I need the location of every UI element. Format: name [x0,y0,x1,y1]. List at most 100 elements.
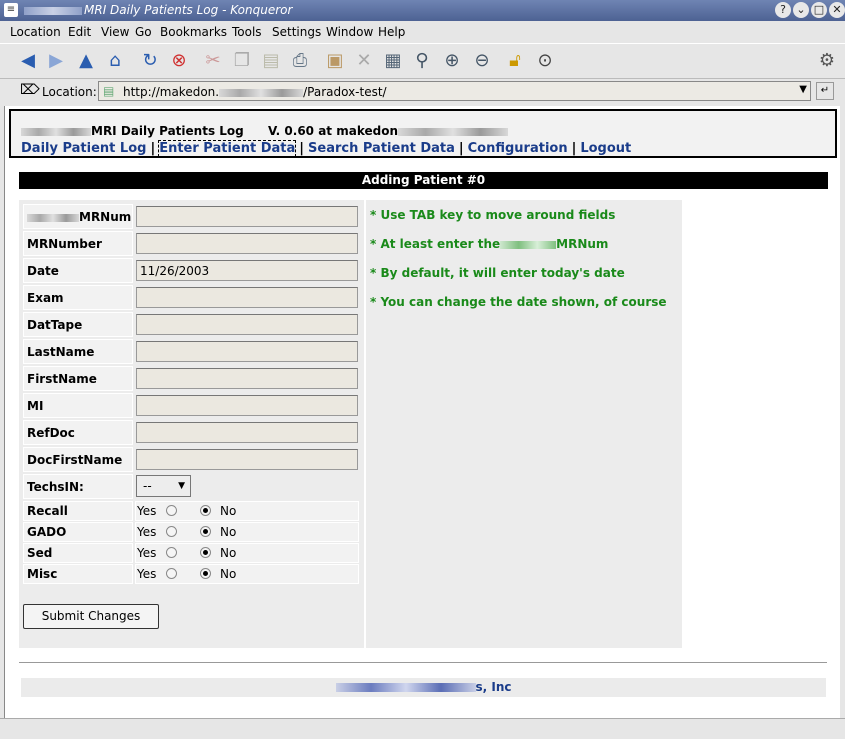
toolbar: ◀ ▶ ▲ ⌂ ↻ ⊗ ✂ ❐ ▤ ⎙ ▣ ✕ ▦ ⚲ ⊕ ⊖ 🔓︎ ⊙ ⚙ [0,43,845,79]
mi-input[interactable] [136,395,358,416]
location-input[interactable]: ▤ http://makedon./Paradox-test/ ▼ [98,81,811,101]
field-label: FirstName [23,366,133,391]
misc-yes-radio[interactable] [166,568,177,579]
field-label: MRNumber [23,231,133,256]
nav-enter-patient[interactable]: Enter Patient Data [158,140,297,157]
title-bar: ≡ MRI Daily Patients Log - Konqueror ? ⌄… [0,0,845,21]
radio-row-sed: Sed Yes No [23,543,359,563]
radio-label: Recall [23,501,133,521]
techsin-select[interactable]: -- ▼ [136,475,191,497]
radio-label: Sed [23,543,133,563]
lastname-input[interactable] [136,341,358,362]
menu-tools[interactable]: Tools [232,25,262,39]
date-input[interactable]: 11/26/2003 [136,260,358,281]
menu-go[interactable]: Go [135,25,152,39]
footer: s, Inc [21,678,826,697]
menu-location[interactable]: Location [10,25,61,39]
radio-label: GADO [23,522,133,542]
page-title: MRI Daily Patients Log V. 0.60 at makedo… [21,124,508,138]
help-icon[interactable]: ? [775,2,791,18]
field-row: FirstName [23,366,359,391]
delete-icon[interactable]: ✕ [352,49,376,73]
zoom-icon[interactable]: ⚲ [410,49,434,73]
field-row: DatTape [23,312,359,337]
paste-icon[interactable]: ▤ [259,49,283,73]
copy-icon[interactable]: ❐ [230,49,254,73]
nav-configuration[interactable]: Configuration [468,141,568,156]
menu-help[interactable]: Help [378,25,405,39]
sed-yes-radio[interactable] [166,547,177,558]
gear-icon[interactable]: ⚙ [815,49,839,73]
minimize-icon[interactable]: ⌄ [793,2,809,18]
menu-settings[interactable]: Settings [272,25,321,39]
window-title-text: MRI Daily Patients Log - Konqueror [84,3,293,17]
recall-yes-radio[interactable] [166,505,177,516]
yes-label: Yes [137,567,157,581]
field-label: MRNum [23,204,133,229]
radio-row-recall: Recall Yes No [23,501,359,521]
zoom-out-icon[interactable]: ⊖ [470,49,494,73]
gado-no-radio[interactable] [200,526,211,537]
no-label: No [220,525,237,539]
radio-options: Yes No [135,564,359,584]
mrnumber-input[interactable] [136,233,358,254]
menu-view[interactable]: View [101,25,129,39]
mrnum-input[interactable] [136,206,358,227]
docfirstname-input[interactable] [136,449,358,470]
stop-icon[interactable]: ⊗ [167,49,191,73]
tip-text: * You can change the date shown, of cour… [370,295,667,309]
find-icon[interactable]: ▦ [381,49,405,73]
tip-text: * By default, it will enter today's date [370,266,625,280]
nav-search-patient[interactable]: Search Patient Data [308,141,455,156]
field-label: DocFirstName [23,447,133,472]
submit-changes-button[interactable]: Submit Changes [23,604,159,629]
no-label: No [220,546,237,560]
lock-icon[interactable]: 🔓︎ [503,49,527,73]
clear-location-icon[interactable]: ⌦ [20,82,40,98]
sed-no-radio[interactable] [200,547,211,558]
gado-yes-radio[interactable] [166,526,177,537]
back-icon[interactable]: ◀ [16,49,40,73]
maximize-icon[interactable]: □ [811,2,827,18]
print-icon[interactable]: ⎙ [288,49,312,73]
location-label: Location: [42,85,97,99]
nav-daily-log[interactable]: Daily Patient Log [21,141,146,156]
status-bar [0,718,845,739]
menu-window[interactable]: Window [326,25,373,39]
divider [19,662,827,664]
home-icon[interactable]: ⌂ [103,49,127,73]
yes-label: Yes [137,525,157,539]
field-row: Date 11/26/2003 [23,258,359,283]
exam-input[interactable] [136,287,358,308]
zoom-in-icon[interactable]: ⊕ [440,49,464,73]
location-bar: ⌦ Location: ▤ http://makedon./Paradox-te… [0,80,845,104]
dattape-input[interactable] [136,314,358,335]
go-icon[interactable]: ↵ [816,82,834,100]
tip-text: * At least enter the MRNum [370,237,609,251]
new-folder-icon[interactable]: ▣ [323,49,347,73]
firstname-input[interactable] [136,368,358,389]
download-icon[interactable]: ⊙ [533,49,557,73]
field-row: DocFirstName [23,447,359,472]
radio-label: Misc [23,564,133,584]
app-menu-icon[interactable]: ≡ [4,3,18,17]
field-row: RefDoc [23,420,359,445]
cut-icon[interactable]: ✂ [201,49,225,73]
recall-no-radio[interactable] [200,505,211,516]
radio-row-gado: GADO Yes No [23,522,359,542]
reload-icon[interactable]: ↻ [138,49,162,73]
favicon-icon: ▤ [103,84,115,98]
blurred-text [27,213,79,222]
up-icon[interactable]: ▲ [74,49,98,73]
menu-bookmarks[interactable]: Bookmarks [160,25,227,39]
forward-icon[interactable]: ▶ [44,49,68,73]
dropdown-arrow-icon[interactable]: ▼ [799,84,807,95]
refdoc-input[interactable] [136,422,358,443]
url-text: http://makedon./Paradox-test/ [123,85,387,99]
menu-edit[interactable]: Edit [68,25,91,39]
field-row: MI [23,393,359,418]
nav-logout[interactable]: Logout [580,141,631,156]
close-icon[interactable]: ✕ [829,2,845,18]
field-label: MI [23,393,133,418]
misc-no-radio[interactable] [200,568,211,579]
